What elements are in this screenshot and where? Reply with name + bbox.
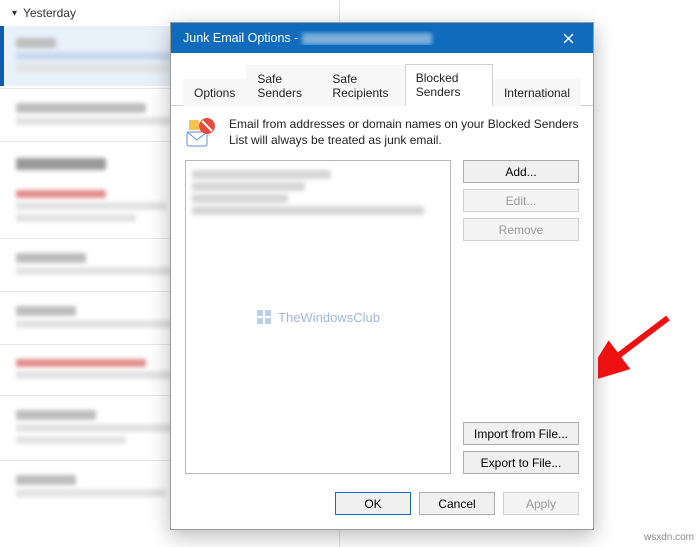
- tab-blocked-senders[interactable]: Blocked Senders: [405, 64, 493, 106]
- windows-icon: [256, 309, 272, 325]
- tab-safe-recipients[interactable]: Safe Recipients: [321, 65, 404, 106]
- redacted-account: [302, 33, 432, 45]
- tab-international[interactable]: International: [493, 79, 581, 106]
- side-button-column: Add... Edit... Remove Import from File..…: [463, 160, 579, 474]
- tab-options[interactable]: Options: [183, 79, 246, 106]
- ok-button[interactable]: OK: [335, 492, 411, 515]
- import-from-file-button[interactable]: Import from File...: [463, 422, 579, 445]
- info-row: Email from addresses or domain names on …: [185, 116, 579, 150]
- image-credit: wsxdn.com: [644, 532, 694, 543]
- close-icon: [563, 33, 574, 44]
- mail-section-label: Yesterday: [23, 6, 76, 20]
- close-button[interactable]: [551, 25, 585, 51]
- blocked-sender-icon: [185, 116, 219, 150]
- remove-button[interactable]: Remove: [463, 218, 579, 241]
- junk-email-options-dialog: Junk Email Options - Options Safe Sender…: [170, 22, 594, 530]
- mid-row: TheWindowsClub Add... Edit... Remove Imp…: [185, 160, 579, 474]
- cancel-button[interactable]: Cancel: [419, 492, 495, 515]
- info-text: Email from addresses or domain names on …: [229, 116, 579, 150]
- tab-safe-senders[interactable]: Safe Senders: [246, 65, 321, 106]
- apply-button[interactable]: Apply: [503, 492, 579, 515]
- add-button[interactable]: Add...: [463, 160, 579, 183]
- annotation-arrow-icon: [598, 310, 678, 380]
- dialog-button-row: OK Cancel Apply: [171, 482, 593, 529]
- dialog-titlebar: Junk Email Options -: [171, 23, 593, 53]
- edit-button[interactable]: Edit...: [463, 189, 579, 212]
- tab-strip: Options Safe Senders Safe Recipients Blo…: [171, 53, 593, 106]
- dialog-title: Junk Email Options -: [183, 31, 551, 45]
- export-to-file-button[interactable]: Export to File...: [463, 451, 579, 474]
- blocked-senders-listbox[interactable]: TheWindowsClub: [185, 160, 451, 474]
- watermark: TheWindowsClub: [256, 309, 380, 325]
- tab-content: Email from addresses or domain names on …: [171, 106, 593, 482]
- caret-down-icon: ▾: [12, 8, 17, 19]
